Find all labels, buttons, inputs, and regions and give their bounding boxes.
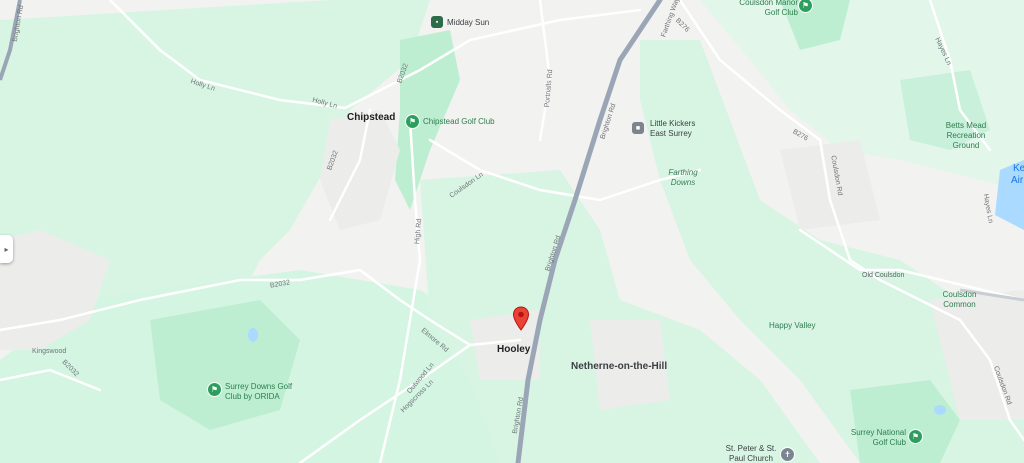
location-pin-icon[interactable] [512,306,530,332]
golf-flag-icon[interactable]: ⚑ [207,382,222,397]
poi-st-peter[interactable]: St. Peter & St. Paul Church [724,444,778,463]
poi-midday-sun[interactable]: Midday Sun [447,18,489,28]
place-airfield-partial: Air [1011,175,1024,186]
place-kingswood[interactable]: Kingswood [32,348,66,355]
map-base [0,0,1024,463]
poi-little-kickers[interactable]: Little Kickers East Surrey [650,119,700,139]
side-panel-toggle[interactable]: ▸ [0,235,13,263]
poi-betts-mead[interactable]: Betts Mead Recreation Ground [944,121,988,151]
place-old-coulsdon[interactable]: Old Coulsdon [862,272,904,279]
church-icon[interactable]: ✝ [780,447,795,462]
golf-flag-icon[interactable]: ⚑ [405,114,420,129]
place-kenley-partial: Ke [1013,163,1024,174]
place-chipstead[interactable]: Chipstead [347,112,395,123]
chevron-right-icon: ▸ [4,244,9,254]
place-coulsdon-common[interactable]: Coulsdon Common [937,290,982,310]
golf-flag-icon[interactable]: ⚑ [908,429,923,444]
map-canvas[interactable]: ▸ Chipstead Hooley Netherne-on-the-Hill … [0,0,1024,463]
poi-surrey-national[interactable]: Surrey National Golf Club [850,428,906,448]
pub-icon[interactable]: ▪ [431,16,443,28]
poi-surrey-downs[interactable]: Surrey Downs Golf Club by ORIDA [225,382,297,402]
place-netherne[interactable]: Netherne-on-the-Hill [571,361,667,372]
place-hooley[interactable]: Hooley [497,344,530,355]
building-icon[interactable]: ■ [632,122,644,134]
place-happy-valley[interactable]: Happy Valley [769,321,816,331]
place-farthing-downs[interactable]: Farthing Downs [665,168,701,188]
poi-coulsdon-manor[interactable]: Coulsdon Manor Golf Club [738,0,798,18]
poi-chipstead-golf[interactable]: Chipstead Golf Club [423,117,495,127]
